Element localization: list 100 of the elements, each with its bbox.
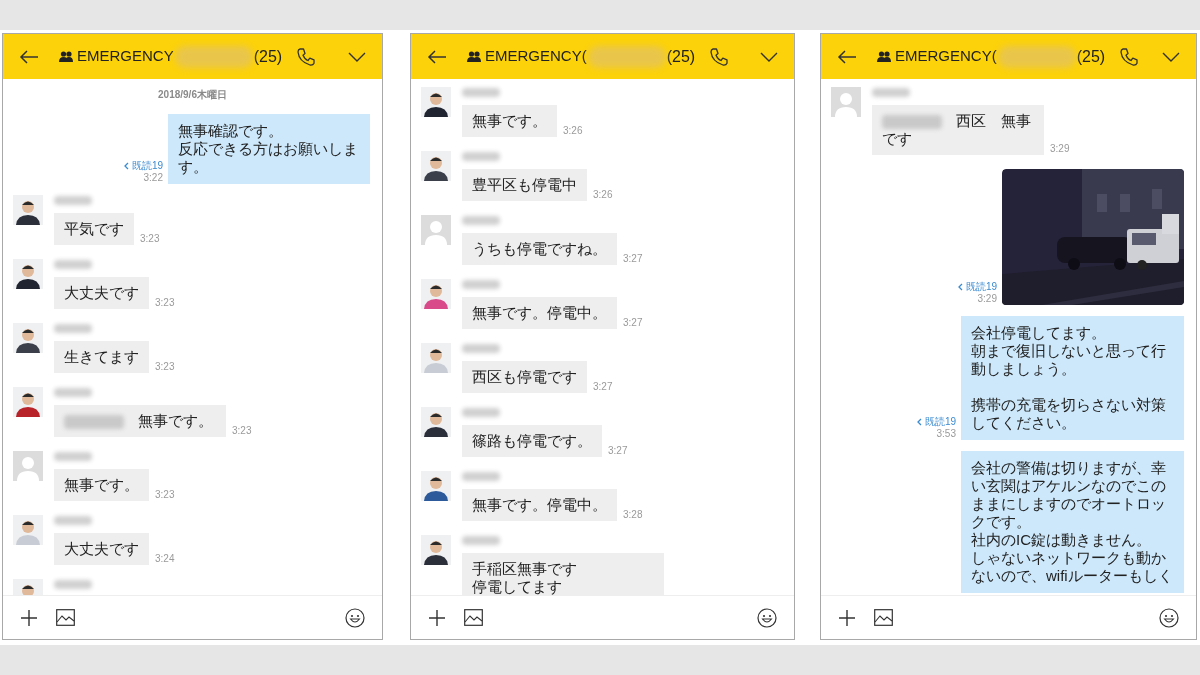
group-icon (467, 51, 481, 62)
chevron-left-icon (916, 418, 922, 426)
message-bubble: 西区も停電です (462, 361, 587, 393)
chevron-left-icon (957, 283, 963, 291)
redacted-text (462, 280, 500, 289)
plus-icon[interactable] (20, 608, 38, 627)
message-time: 3:27 (608, 445, 628, 457)
message-text: 携帯の充電を切らさない対策してください。 (971, 396, 1167, 432)
message-time: 3:26 (593, 189, 613, 201)
redacted-text (462, 536, 500, 545)
phone-icon[interactable] (709, 46, 730, 67)
message-bubble: 無事です。 (462, 105, 557, 137)
redacted-text (462, 408, 500, 417)
redacted-text (462, 216, 500, 225)
chevron-down-icon[interactable] (348, 51, 366, 62)
message-time: 3:23 (155, 489, 175, 501)
message-text: 朝まで復旧しないと思って行動しましょう。 (971, 342, 1167, 378)
redacted-text (54, 516, 92, 525)
message-text: 西区 無事です (882, 112, 1031, 147)
message-time: 3:22 (143, 172, 163, 184)
message-bubble: 無事です。 (54, 469, 149, 501)
avatar (421, 471, 451, 501)
message-time: 3:23 (155, 361, 175, 373)
back-arrow-icon[interactable] (19, 48, 39, 65)
redacted-text (872, 88, 910, 97)
avatar (13, 451, 43, 481)
redacted-text (54, 452, 92, 461)
message-bubble: 生きてます (54, 341, 149, 373)
avatar (13, 323, 43, 353)
redacted-text (54, 388, 92, 397)
message-text: 反応できる方はお願いします。 (178, 140, 359, 176)
message-time: 3:24 (155, 553, 175, 565)
avatar (421, 87, 451, 117)
avatar (421, 151, 451, 181)
image-icon[interactable] (56, 609, 75, 626)
member-count: (25) (253, 46, 283, 67)
message-bubble: 平気です (54, 213, 134, 245)
message-time: 3:23 (155, 297, 175, 309)
message-text: 停電してます (472, 578, 563, 595)
redacted-text (54, 196, 92, 205)
group-icon (877, 51, 891, 62)
member-count: (25) (666, 46, 696, 67)
message-time: 3:26 (563, 125, 583, 137)
redacted-text (462, 152, 500, 161)
plus-icon[interactable] (838, 608, 856, 627)
message-time: 3:29 (1050, 143, 1070, 155)
emoji-icon[interactable] (345, 607, 365, 628)
avatar (421, 535, 451, 565)
emoji-icon[interactable] (757, 607, 777, 628)
message-time: 3:27 (593, 381, 613, 393)
avatar (421, 279, 451, 309)
chat-title: EMERGENCY( (485, 46, 587, 67)
message-time: 3:27 (623, 317, 643, 329)
message-text: 手稲区無事です (472, 560, 578, 578)
back-arrow-icon[interactable] (427, 48, 447, 65)
avatar (13, 387, 43, 417)
avatar (13, 195, 43, 225)
avatar (13, 515, 43, 545)
image-icon[interactable] (464, 609, 483, 626)
redacted-text (462, 88, 500, 97)
message-text: しゃないネットワークも動かないので、wifiルーターもしく (971, 549, 1174, 585)
message-time: 3:27 (623, 253, 643, 265)
message-bubble: うちも停電ですね。 (462, 233, 617, 265)
message-bubble: 大丈夫です (54, 277, 149, 309)
read-receipt: 既読19 (131, 160, 163, 172)
emoji-icon[interactable] (1159, 607, 1179, 628)
redacted-text (462, 344, 500, 353)
chat-title: EMERGENCY (77, 46, 174, 67)
redacted-text (54, 324, 92, 333)
plus-icon[interactable] (428, 608, 446, 627)
message-time: 3:53 (936, 428, 956, 440)
message-time: 3:23 (232, 425, 252, 437)
read-receipt: 既読19 (965, 281, 997, 293)
chat-title: EMERGENCY( (895, 46, 997, 67)
avatar (421, 407, 451, 437)
phone-icon[interactable] (1119, 46, 1140, 67)
message-text: 社内のIC錠は動きません。 (971, 531, 1152, 549)
message-bubble: 豊平区も停電中 (462, 169, 587, 201)
read-receipt: 既読19 (924, 416, 956, 428)
chevron-down-icon[interactable] (760, 51, 778, 62)
chevron-down-icon[interactable] (1162, 51, 1180, 62)
message-bubble: 篠路も停電です。 (462, 425, 602, 457)
redacted-text (54, 260, 92, 269)
phone-icon[interactable] (296, 46, 317, 67)
avatar (13, 259, 43, 289)
message-bubble: 大丈夫です (54, 533, 149, 565)
image-icon[interactable] (874, 609, 893, 626)
message-bubble: 無事です。停電中。 (462, 297, 617, 329)
back-arrow-icon[interactable] (837, 48, 857, 65)
avatar (831, 87, 861, 117)
avatar (421, 343, 451, 373)
message-bubble: 無事です。停電中。 (462, 489, 617, 521)
member-count: (25) (1076, 46, 1106, 67)
message-time: 3:28 (623, 509, 643, 521)
chevron-left-icon (123, 162, 129, 170)
message-time: 3:29 (977, 293, 997, 305)
message-text: 会社停電してます。 (971, 324, 1107, 342)
message-text: 無事確認です。 (178, 122, 284, 140)
message-text: 会社の警備は切りますが、幸い玄関はアケルンなのでこのままにしますのでオートロックです。 (971, 459, 1167, 531)
redacted-text (462, 472, 500, 481)
